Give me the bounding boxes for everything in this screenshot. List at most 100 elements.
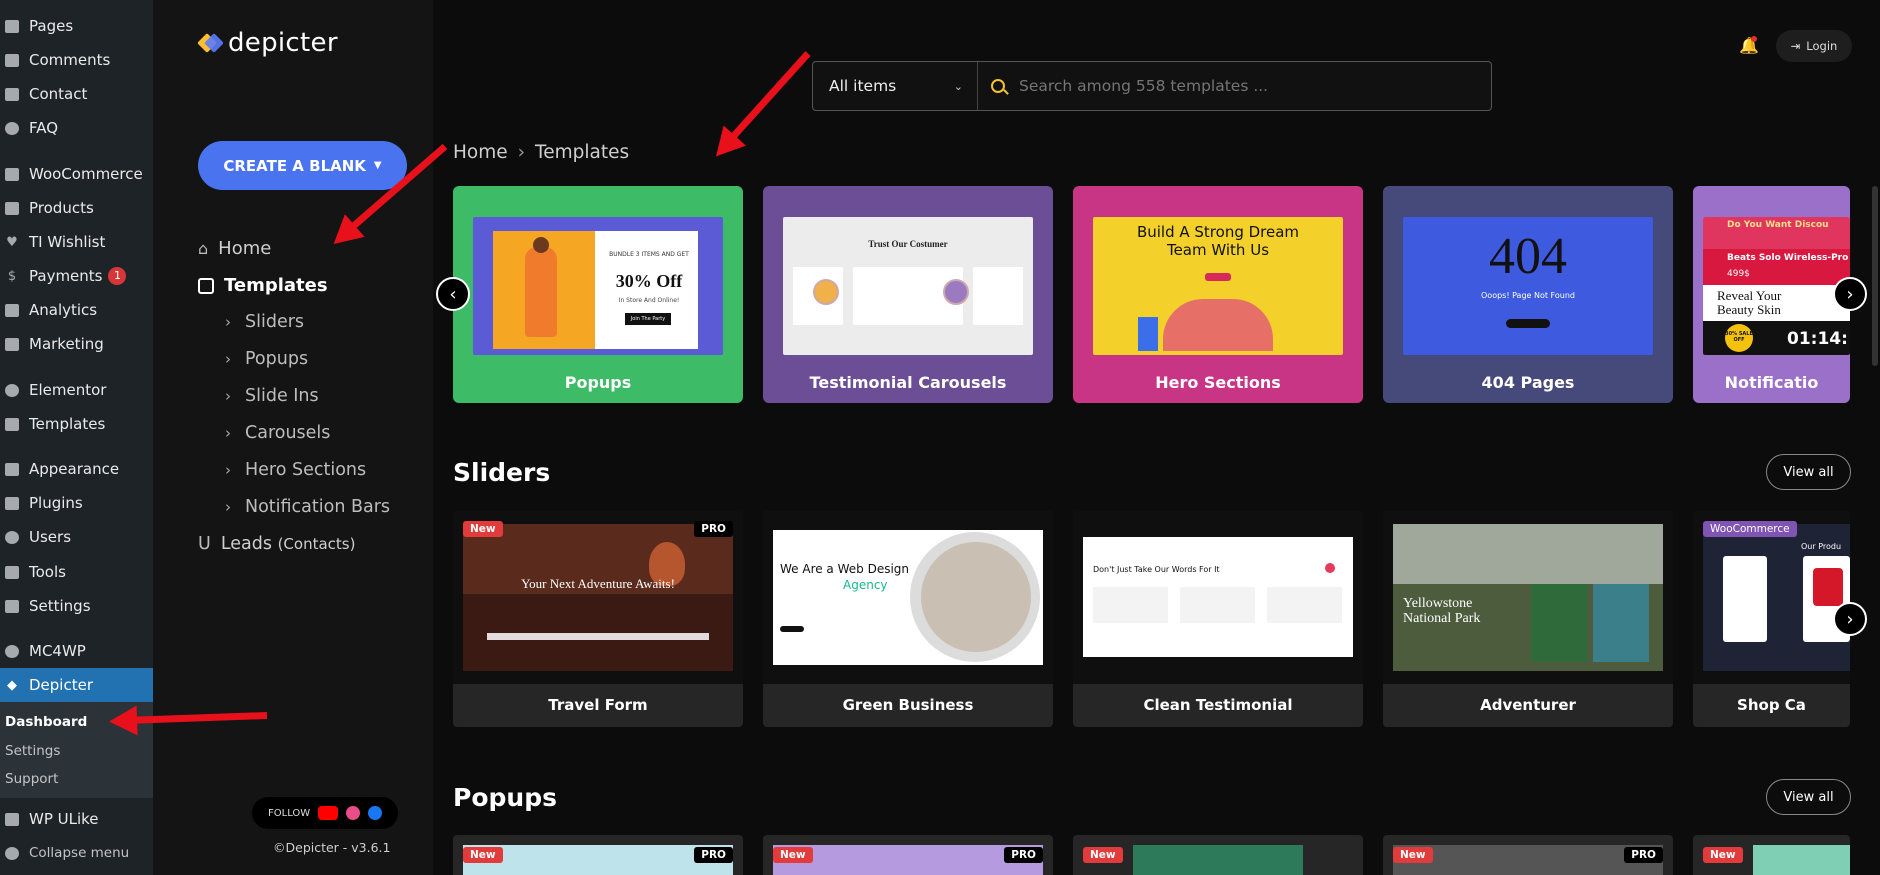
slider-name: Travel Form: [548, 696, 648, 714]
woo-icon: [4, 166, 20, 182]
category-select[interactable]: All items ⌄: [813, 62, 978, 110]
wp-menu-marketing[interactable]: Marketing: [0, 329, 153, 359]
chevron-right-icon: ›: [225, 424, 231, 442]
wp-menu-tools[interactable]: Tools: [0, 557, 153, 587]
nav-sliders[interactable]: › Sliders: [225, 312, 304, 332]
popup-instore-text: In Store And Online!: [618, 297, 680, 304]
popup-cta: Join The Party: [625, 313, 671, 325]
carousel-prev-button[interactable]: ‹: [436, 277, 470, 311]
follow-bar: FOLLOW: [252, 797, 398, 829]
submenu-support[interactable]: Support: [5, 771, 58, 787]
wp-menu-label: Templates: [29, 415, 106, 433]
nav-leads[interactable]: U Leads (Contacts): [198, 534, 355, 554]
submenu-settings[interactable]: Settings: [5, 743, 60, 759]
wp-menu-products[interactable]: Products: [0, 193, 153, 223]
adventurer-thumbnail: Yellowstone National Park: [1393, 524, 1663, 671]
notification-bell-icon[interactable]: 🔔: [1739, 36, 1759, 55]
travel-headline: Your Next Adventure Awaits!: [521, 576, 675, 591]
create-blank-button[interactable]: CREATE A BLANK ▼: [198, 141, 407, 190]
404-thumbnail: 404 Ooops! Page Not Found: [1403, 217, 1653, 355]
wp-menu-mc4wp[interactable]: MC4WP: [0, 636, 153, 666]
wp-menu-analytics[interactable]: Analytics: [0, 295, 153, 325]
section-title-popups: Popups: [453, 783, 557, 812]
category-card-notification-bars[interactable]: Do You Want Discou Beats Solo Wireless-P…: [1693, 186, 1850, 403]
sliders-next-button[interactable]: ›: [1833, 602, 1867, 636]
facebook-icon[interactable]: [368, 806, 383, 820]
wp-menu-depicter[interactable]: ◆ Depicter: [0, 670, 153, 700]
nav-slide-ins[interactable]: › Slide Ins: [225, 386, 319, 406]
slider-card-adventurer[interactable]: Yellowstone National Park Adventurer: [1383, 511, 1673, 727]
nav-templates[interactable]: Templates: [198, 275, 328, 296]
nav-home[interactable]: ⌂ Home: [198, 238, 271, 259]
wp-menu-settings[interactable]: Settings: [0, 591, 153, 621]
new-badge: New: [1083, 847, 1123, 863]
login-button[interactable]: ⇥ Login: [1776, 30, 1852, 62]
search-icon: [991, 79, 1005, 93]
nav-hero-sections[interactable]: › Hero Sections: [225, 460, 366, 480]
depicter-logo[interactable]: depicter: [197, 28, 338, 58]
wp-menu-comments[interactable]: Comments: [0, 45, 153, 75]
wp-menu-elementor[interactable]: Elementor: [0, 375, 153, 405]
popup-card[interactable]: New: [1693, 835, 1850, 875]
wp-menu-collapse[interactable]: Collapse menu: [0, 838, 153, 868]
wp-menu-contact[interactable]: Contact: [0, 79, 153, 109]
woocommerce-badge: WooCommerce: [1703, 521, 1797, 537]
breadcrumb: Home › Templates: [453, 142, 629, 163]
breadcrumb-separator: ›: [517, 142, 526, 163]
slider-name: Shop Ca: [1737, 696, 1806, 714]
wp-menu-pages[interactable]: Pages: [0, 11, 153, 41]
wp-menu-templates[interactable]: Templates: [0, 409, 153, 439]
youtube-icon[interactable]: [318, 806, 339, 820]
category-card-hero-sections[interactable]: Build A Strong Dream Team With Us Hero S…: [1073, 186, 1363, 403]
notif-reveal-text: Reveal Your Beauty Skin: [1717, 288, 1782, 317]
slider-card-shop[interactable]: Our Produ WooCommerce Shop Ca: [1693, 511, 1850, 727]
category-card-popups[interactable]: BUNDLE 3 ITEMS AND GET 30% Off In Store …: [453, 186, 743, 403]
wp-menu-label: Tools: [29, 563, 66, 581]
view-all-sliders-button[interactable]: View all: [1766, 454, 1851, 490]
wp-menu-users[interactable]: Users: [0, 522, 153, 552]
wp-menu-payments[interactable]: $ Payments 1: [0, 261, 153, 291]
popup-bundle-text: BUNDLE 3 ITEMS AND GET: [609, 251, 689, 258]
slider-card-green-business[interactable]: We Are a Web Design Agency Green Busines…: [763, 511, 1053, 727]
submenu-dashboard[interactable]: Dashboard: [5, 714, 87, 730]
wp-menu-plugins[interactable]: Plugins: [0, 488, 153, 518]
category-label: 404 Pages: [1481, 373, 1575, 392]
nav-carousels[interactable]: › Carousels: [225, 423, 330, 443]
nav-notification-bars[interactable]: › Notification Bars: [225, 497, 390, 517]
wp-menu-label: WP ULike: [29, 810, 99, 828]
category-label: Popups: [564, 373, 632, 392]
green-business-accent: Agency: [843, 578, 888, 592]
shop-thumbnail: Our Produ: [1703, 524, 1850, 671]
wp-menu-woocommerce[interactable]: WooCommerce: [0, 159, 153, 189]
popup-card[interactable]: New PRO: [1383, 835, 1673, 875]
wp-menu-faq[interactable]: FAQ: [0, 113, 153, 143]
wp-menu-ti-wishlist[interactable]: ♥ TI Wishlist: [0, 227, 153, 257]
carousel-next-button[interactable]: ›: [1833, 277, 1867, 311]
search-input[interactable]: [1019, 77, 1491, 95]
category-card-testimonial-carousels[interactable]: Trust Our Costumer Testimonial Carousels: [763, 186, 1053, 403]
popup-card[interactable]: New PRO: [453, 835, 743, 875]
templates-icon: [198, 277, 214, 294]
dribbble-icon[interactable]: [346, 806, 361, 820]
depicter-icon: ◆: [7, 677, 17, 693]
404-code: 404: [1489, 228, 1567, 285]
popup-offer-text: 30% Off: [615, 271, 683, 291]
nav-popups[interactable]: › Popups: [225, 349, 308, 369]
popup-card[interactable]: New PRO: [763, 835, 1053, 875]
popup-card[interactable]: New: [1073, 835, 1363, 875]
wp-menu-appearance[interactable]: Appearance: [0, 454, 153, 484]
slider-card-clean-testimonial[interactable]: Don't Just Take Our Words For It Clean T…: [1073, 511, 1363, 727]
view-all-popups-button[interactable]: View all: [1766, 779, 1851, 815]
caret-down-icon: ▼: [373, 160, 382, 171]
category-card-404-pages[interactable]: 404 Ooops! Page Not Found 404 Pages: [1383, 186, 1673, 403]
wp-menu-wp-ulike[interactable]: WP ULike: [0, 804, 153, 834]
wp-menu-label: Marketing: [29, 335, 104, 353]
adventurer-headline: Yellowstone National Park: [1403, 596, 1481, 626]
wp-menu-label: Comments: [29, 51, 111, 69]
shop-headline: Our Produ: [1801, 542, 1842, 551]
slider-card-travel-form[interactable]: Your Next Adventure Awaits! New PRO Trav…: [453, 511, 743, 727]
wp-menu-label: Pages: [29, 17, 74, 35]
breadcrumb-home[interactable]: Home: [453, 142, 508, 163]
magnet-icon: U: [198, 534, 211, 554]
content-scrollbar[interactable]: [1872, 186, 1878, 366]
